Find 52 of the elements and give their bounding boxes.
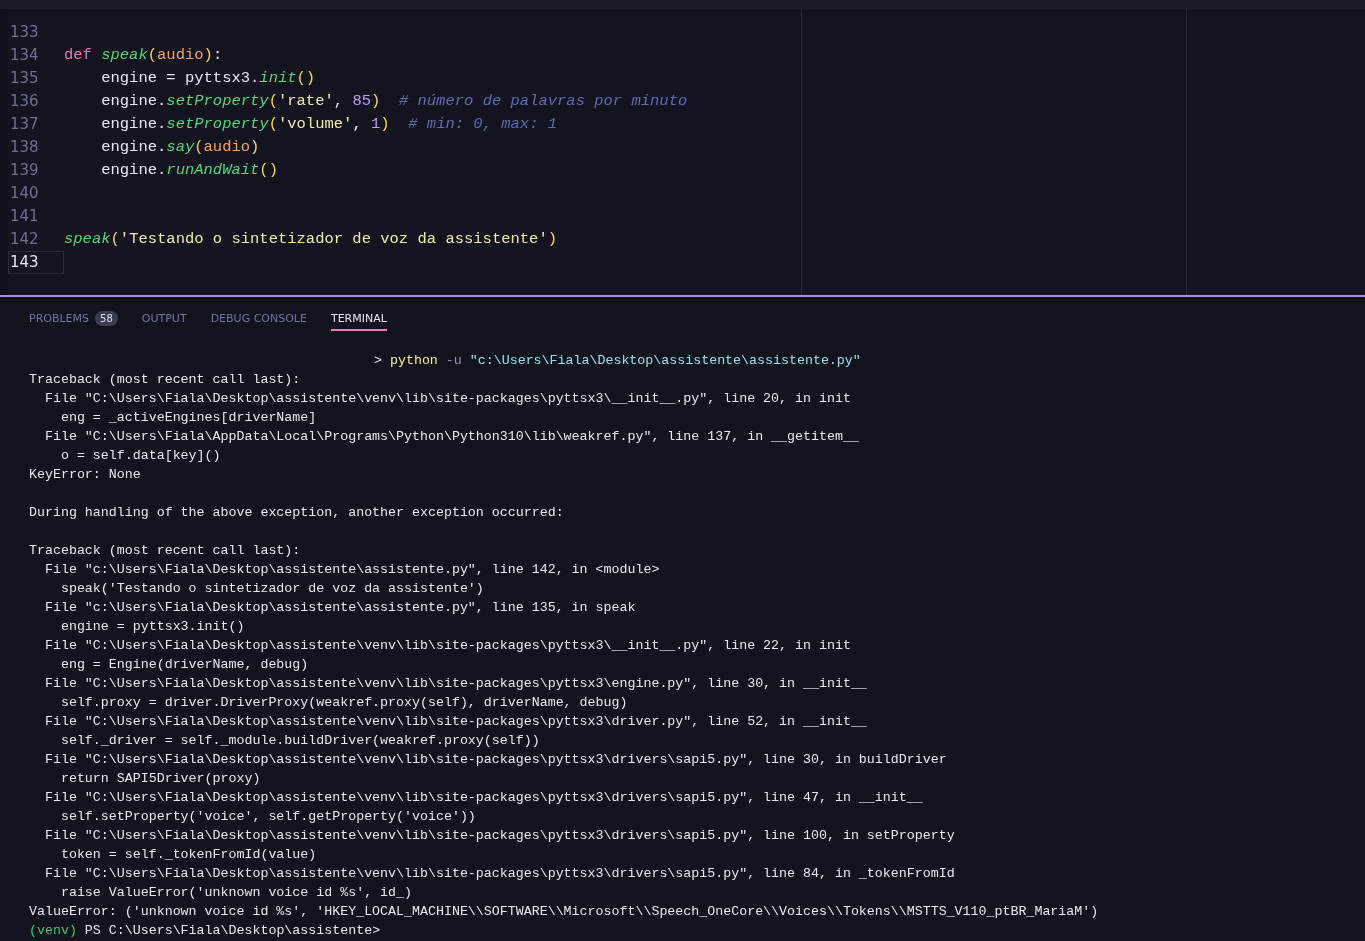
code-line: engine.setProperty('volume', 1) # min: 0, max: 1: [100, 114, 558, 135]
panel-tab[interactable]: TERMINAL: [330, 307, 387, 331]
line-number: 142: [9, 229, 40, 250]
terminal-output-line: ValueError: ('unknown voice id %s', 'HKEY_LOCAL_MACHINE\\SOFTWARE\\Microsoft\\Speech_OneCore\\Voices\\Tokens\\MSTTS_V110_ptBR_MariaM'): [29, 904, 1099, 919]
code-line: engine = pyttsx3.init(): [100, 68, 316, 89]
terminal-output-line: speak('Testando o sintetizador de voz da assistente'): [59, 581, 484, 596]
terminal-output-line: File "C:\Users\Fiala\Desktop\assistente\venv\lib\site-packages\pyttsx3\drivers\sapi5.py", line 30, in buildDriver: [43, 752, 947, 767]
terminal-output-line: token = self._tokenFromId(value): [59, 847, 317, 862]
line-number: 133: [9, 22, 40, 43]
line-number: 141: [9, 206, 40, 227]
terminal-output-line: return SAPI5Driver(proxy): [59, 771, 261, 786]
terminal-output-line: self.proxy = driver.DriverProxy(weakref.proxy(self), driverName, debug): [59, 695, 628, 710]
terminal-output-line: File "C:\Users\Fiala\Desktop\assistente\venv\lib\site-packages\pyttsx3\drivers\sapi5.py", line 84, in _tokenFromId: [43, 866, 955, 881]
terminal-output-line: File "C:\Users\Fiala\Desktop\assistente\venv\lib\site-packages\pyttsx3\__init__.py", line 20, in init: [43, 391, 851, 406]
line-number: 137: [9, 114, 40, 135]
line-number: 139: [9, 160, 40, 181]
line-number: 140: [9, 183, 40, 204]
count-badge: 58: [95, 310, 118, 326]
terminal-output-line: KeyError: None: [29, 467, 141, 482]
terminal-output-line: eng = _activeEngines[driverName]: [59, 410, 317, 425]
terminal-output-line: File "C:\Users\Fiala\Desktop\assistente\venv\lib\site-packages\pyttsx3\engine.py", line 30, in __init__: [43, 676, 867, 691]
terminal-output-line: eng = Engine(driverName, debug): [59, 657, 309, 672]
code-line: speak('Testando o sintetizador de voz da assistente'): [64, 229, 557, 250]
code-line: engine.say(audio): [100, 137, 260, 158]
code-line: engine.setProperty('rate', 85) # número de palavras por minuto: [100, 91, 688, 112]
code-line: def speak(audio):: [64, 45, 223, 66]
terminal-output-line: File "C:\Users\Fiala\Desktop\assistente\venv\lib\site-packages\pyttsx3\drivers\sapi5.py", line 100, in setProperty: [43, 828, 955, 843]
shell-prompt: (venv) PS C:\Users\Fiala\Desktop\assistente>: [29, 923, 381, 938]
command-line: > python -u "c:\Users\Fiala\Desktop\assistente\assistente.py": [374, 353, 861, 368]
terminal-output-line: File "C:\Users\Fiala\Desktop\assistente\venv\lib\site-packages\pyttsx3\drivers\sapi5.py", line 47, in __init__: [43, 790, 923, 805]
line-number: 135: [9, 68, 40, 89]
panel-tab[interactable]: OUTPUT: [141, 307, 187, 331]
panel-tab[interactable]: PROBLEMS 58: [29, 307, 118, 331]
terminal-output-line: Traceback (most recent call last):: [29, 372, 301, 387]
terminal-output-line: File "c:\Users\Fiala\Desktop\assistente\assistente.py", line 135, in speak: [43, 600, 636, 615]
code-line: engine.runAndWait(): [100, 160, 278, 181]
panel-tab[interactable]: DEBUG CONSOLE: [210, 307, 307, 331]
line-number: 138: [9, 137, 40, 158]
terminal-output-line: Traceback (most recent call last):: [29, 543, 301, 558]
terminal-output-line: During handling of the above exception, another exception occurred:: [29, 505, 564, 520]
terminal-output-line: engine = pyttsx3.init(): [59, 619, 245, 634]
terminal-output-line: File "C:\Users\Fiala\Desktop\assistente\venv\lib\site-packages\pyttsx3\__init__.py", line 22, in init: [43, 638, 851, 653]
terminal-output-line: File "C:\Users\Fiala\AppData\Local\Programs\Python\Python310\lib\weakref.py", line 137, in __getitem__: [43, 429, 859, 444]
terminal-output-line: self.setProperty('voice', self.getProperty('voice')): [59, 809, 476, 824]
terminal-output-line: File "c:\Users\Fiala\Desktop\assistente\assistente.py", line 142, in <module>: [43, 562, 660, 577]
line-number: 143: [8, 251, 64, 274]
line-number: 134: [9, 45, 40, 66]
terminal-output-line: o = self.data[key](): [59, 448, 221, 463]
terminal-output-line: File "C:\Users\Fiala\Desktop\assistente\venv\lib\site-packages\pyttsx3\driver.py", line 52, in __init__: [43, 714, 867, 729]
terminal-output-line: self._driver = self._module.buildDriver(weakref.proxy(self)): [59, 733, 540, 748]
line-number: 136: [9, 91, 40, 112]
terminal-output-line: raise ValueError('unknown voice id %s', id_): [59, 885, 412, 900]
